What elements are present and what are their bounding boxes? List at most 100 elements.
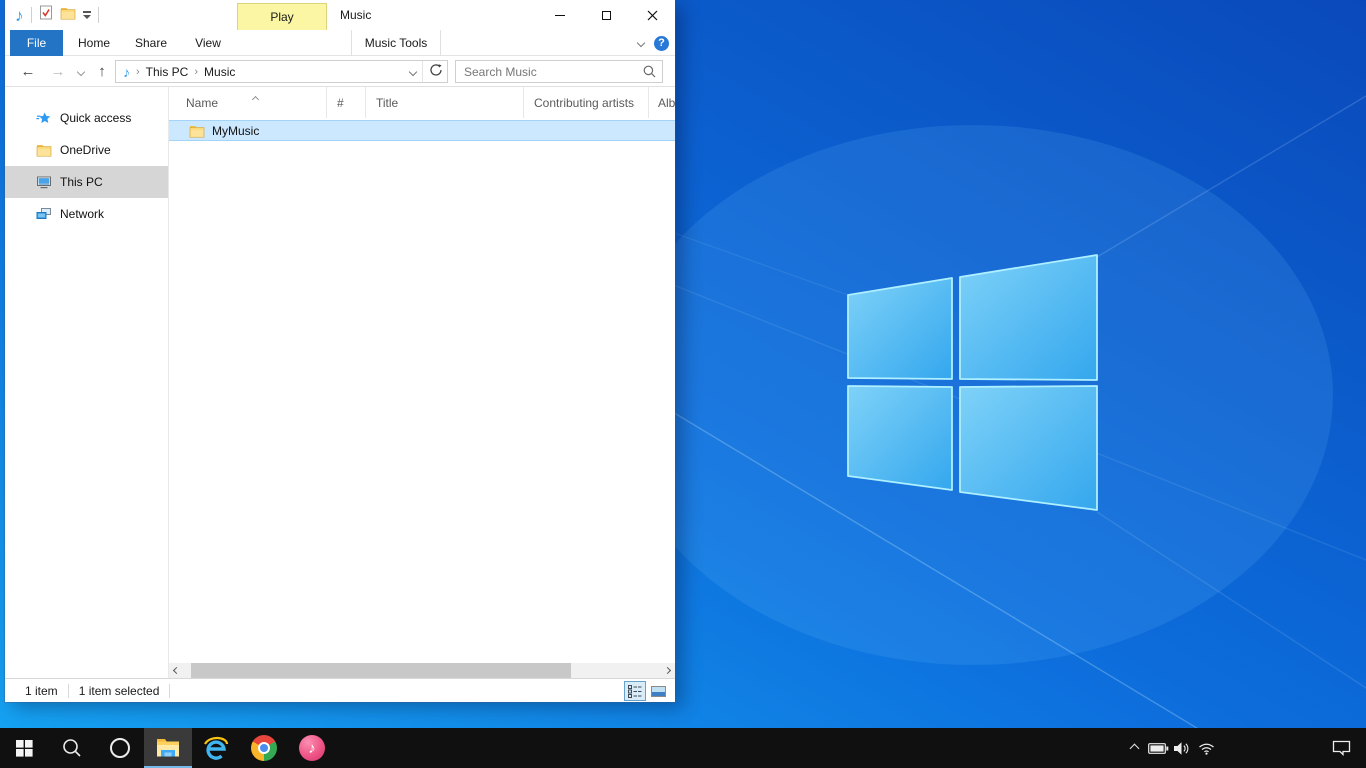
- taskbar-file-explorer[interactable]: [144, 728, 192, 768]
- sidebar-item-network[interactable]: Network: [5, 198, 168, 230]
- sidebar-item-quick-access[interactable]: Quick access: [5, 102, 168, 134]
- onedrive-folder-icon: [36, 143, 52, 157]
- customize-qat-dropdown-icon[interactable]: [83, 11, 91, 19]
- tab-home[interactable]: Home: [68, 30, 120, 56]
- properties-qat-icon[interactable]: [39, 5, 53, 25]
- qat-separator: [31, 7, 32, 23]
- taskbar-itunes[interactable]: ♪: [288, 728, 336, 768]
- search-icon[interactable]: [643, 65, 656, 83]
- breadcrumb-separator-icon: ›: [194, 66, 198, 78]
- new-folder-qat-icon[interactable]: [60, 6, 76, 25]
- close-icon: [647, 10, 658, 21]
- selection-count: 1 item selected: [79, 684, 160, 698]
- wifi-icon: [1198, 741, 1215, 755]
- column-label: #: [337, 96, 344, 110]
- maximize-button[interactable]: [583, 0, 629, 30]
- maximize-icon: [602, 11, 611, 20]
- column-label: Alb: [658, 96, 675, 110]
- file-row-mymusic[interactable]: MyMusic: [169, 120, 675, 141]
- volume-tray-icon[interactable]: [1170, 728, 1194, 768]
- system-tray: [1122, 728, 1366, 768]
- quick-access-toolbar: ♪: [15, 0, 99, 30]
- itunes-icon: ♪: [299, 735, 325, 761]
- network-icon: [36, 207, 52, 221]
- item-count: 1 item: [25, 684, 58, 698]
- up-button[interactable]: ↑: [92, 56, 112, 87]
- desktop: ♪ Play Music: [0, 0, 1366, 768]
- file-explorer-window: ♪ Play Music: [5, 0, 675, 702]
- tab-file[interactable]: File: [10, 30, 63, 56]
- address-bar[interactable]: ♪ › This PC › Music: [115, 60, 448, 83]
- sidebar-item-this-pc[interactable]: This PC: [5, 166, 168, 198]
- status-separator: [68, 684, 69, 698]
- taskbar-chrome[interactable]: [240, 728, 288, 768]
- location-music-icon: ♪: [123, 65, 130, 79]
- close-button[interactable]: [629, 0, 675, 30]
- sidebar-item-onedrive[interactable]: OneDrive: [5, 134, 168, 166]
- status-separator: [169, 684, 170, 698]
- column-label: Title: [376, 96, 398, 110]
- ribbon-tab-row: File Home Share View Music Tools: [5, 30, 675, 56]
- internet-explorer-icon: [202, 734, 230, 762]
- column-header-title[interactable]: Title: [366, 87, 524, 118]
- column-header-name[interactable]: Name: [169, 87, 327, 118]
- search-box[interactable]: [455, 60, 663, 83]
- forward-button[interactable]: →: [47, 56, 69, 87]
- this-pc-monitor-icon: [36, 175, 52, 189]
- navigation-pane: Quick access OneDrive This PC Network: [5, 87, 168, 678]
- column-header-contributing-artists[interactable]: Contributing artists: [524, 87, 649, 118]
- thumbnail-view-icon: [651, 686, 666, 697]
- show-hidden-icons-button[interactable]: [1122, 728, 1146, 768]
- details-view-button[interactable]: [624, 681, 646, 701]
- quick-access-star-icon: [36, 111, 52, 125]
- qat-separator: [98, 7, 99, 23]
- search-icon: [62, 738, 82, 758]
- titlebar[interactable]: ♪ Play Music: [5, 0, 675, 30]
- help-button[interactable]: ?: [654, 36, 669, 51]
- breadcrumb-music[interactable]: Music: [204, 65, 235, 79]
- horizontal-scrollbar[interactable]: [169, 663, 675, 678]
- scrollbar-thumb[interactable]: [191, 663, 571, 678]
- minimize-ribbon-icon[interactable]: [637, 39, 645, 47]
- tab-view[interactable]: View: [182, 30, 234, 56]
- thumbnail-view-button[interactable]: [647, 681, 669, 701]
- windows-logo-icon: [16, 740, 33, 757]
- speaker-icon: [1173, 741, 1191, 756]
- breadcrumb-separator-icon: ›: [136, 66, 140, 78]
- cortana-button[interactable]: [96, 728, 144, 768]
- back-button[interactable]: ←: [17, 56, 39, 87]
- address-dropdown-icon[interactable]: [409, 67, 417, 75]
- file-name: MyMusic: [212, 124, 259, 138]
- search-input[interactable]: [464, 61, 634, 82]
- scroll-left-button[interactable]: [169, 663, 184, 678]
- start-button[interactable]: [0, 728, 48, 768]
- battery-tray-icon[interactable]: [1146, 728, 1170, 768]
- column-header-number[interactable]: #: [327, 87, 366, 118]
- navigation-toolbar: ← → ↑ ♪ › This PC › Music: [5, 56, 675, 87]
- tab-share[interactable]: Share: [125, 30, 177, 56]
- column-label: Contributing artists: [534, 96, 634, 110]
- column-header-album[interactable]: Alb: [649, 87, 675, 118]
- sidebar-item-label: This PC: [60, 175, 103, 189]
- tab-music-tools[interactable]: Music Tools: [351, 30, 441, 56]
- sidebar-item-label: Quick access: [60, 111, 131, 125]
- minimize-icon: [555, 15, 565, 16]
- minimize-button[interactable]: [537, 0, 583, 30]
- breadcrumb-this-pc[interactable]: This PC: [146, 65, 189, 79]
- taskbar-search-button[interactable]: [48, 728, 96, 768]
- cortana-icon: [110, 738, 130, 758]
- recent-locations-dropdown[interactable]: [74, 56, 88, 87]
- action-center-icon: [1332, 740, 1351, 756]
- scroll-right-button[interactable]: [660, 663, 675, 678]
- battery-icon: [1148, 742, 1169, 755]
- taskbar-internet-explorer[interactable]: [192, 728, 240, 768]
- action-center-button[interactable]: [1326, 728, 1356, 768]
- refresh-button[interactable]: [429, 63, 443, 80]
- sidebar-item-label: OneDrive: [60, 143, 111, 157]
- wifi-tray-icon[interactable]: [1194, 728, 1218, 768]
- column-label: Name: [186, 96, 218, 110]
- details-view-icon: [628, 685, 642, 698]
- sort-ascending-icon: [253, 91, 258, 105]
- contextual-tab-play[interactable]: Play: [237, 3, 327, 30]
- file-explorer-icon: [155, 737, 181, 759]
